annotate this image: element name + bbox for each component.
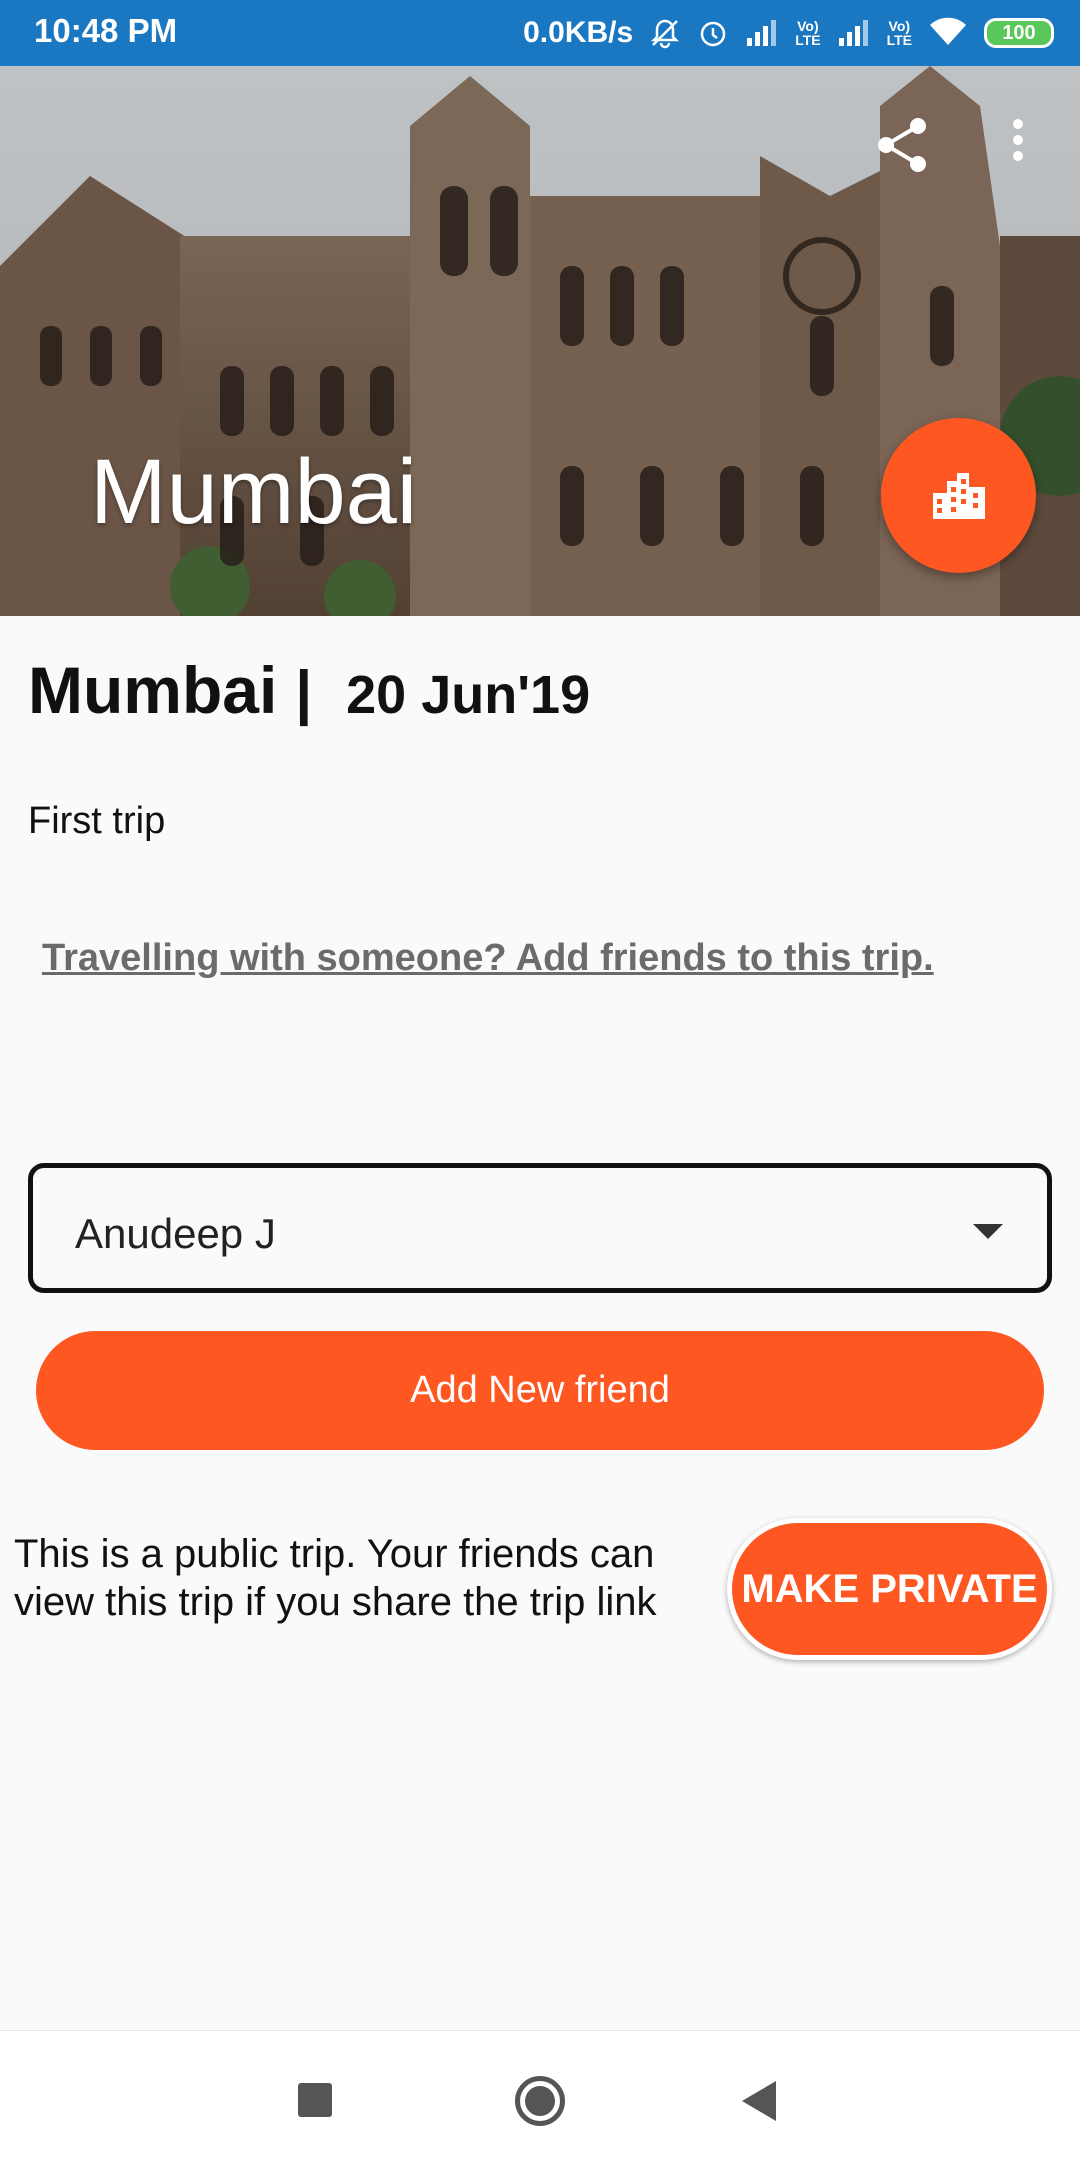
signal-icon-2 [837, 18, 871, 48]
status-icons: 0.0KB/s Vo) LTE Vo) LTE 100 [523, 10, 1054, 56]
add-friends-link[interactable]: Travelling with someone? Add friends to … [42, 937, 934, 980]
public-trip-note: This is a public trip. Your friends can … [14, 1532, 657, 1624]
make-private-button[interactable]: MAKE PRIVATE [727, 1518, 1052, 1660]
friend-select-value: Anudeep J [75, 1210, 276, 1257]
city-icon [932, 472, 985, 519]
wifi-icon [928, 17, 968, 49]
trip-title-row: Mumbai | 20 Jun'19 [28, 652, 590, 732]
back-icon[interactable] [742, 2081, 776, 2121]
status-time: 10:48 PM [34, 12, 178, 49]
trip-date: 20 Jun'19 [346, 665, 591, 725]
network-speed: 0.0KB/s [523, 16, 634, 49]
trip-city: Mumbai [28, 653, 278, 727]
city-fab-button[interactable] [881, 418, 1036, 573]
system-nav-bar [0, 2030, 1080, 2160]
alarm-icon [697, 17, 729, 49]
signal-icon [745, 18, 779, 48]
share-icon[interactable] [872, 114, 934, 176]
status-bar: 10:48 PM 0.0KB/s Vo) LTE Vo) LTE 100 [0, 0, 1080, 66]
add-new-friend-button[interactable]: Add New friend [36, 1331, 1044, 1450]
trip-description: First trip [28, 800, 166, 842]
more-vert-icon[interactable] [1000, 114, 1036, 176]
friend-select[interactable]: Anudeep J [28, 1163, 1052, 1293]
trip-header-image: Mumbai [0, 66, 1080, 616]
battery-icon: 100 [984, 18, 1054, 48]
recents-icon[interactable] [298, 2083, 332, 2117]
home-icon[interactable] [515, 2076, 565, 2126]
title-separator: | [295, 659, 313, 726]
volte-icon-2: Vo) LTE [886, 18, 912, 48]
hero-title: Mumbai [90, 441, 418, 543]
volte-icon: Vo) LTE [795, 18, 821, 48]
dropdown-arrow-icon [973, 1224, 1003, 1239]
mute-bell-icon [649, 17, 681, 49]
